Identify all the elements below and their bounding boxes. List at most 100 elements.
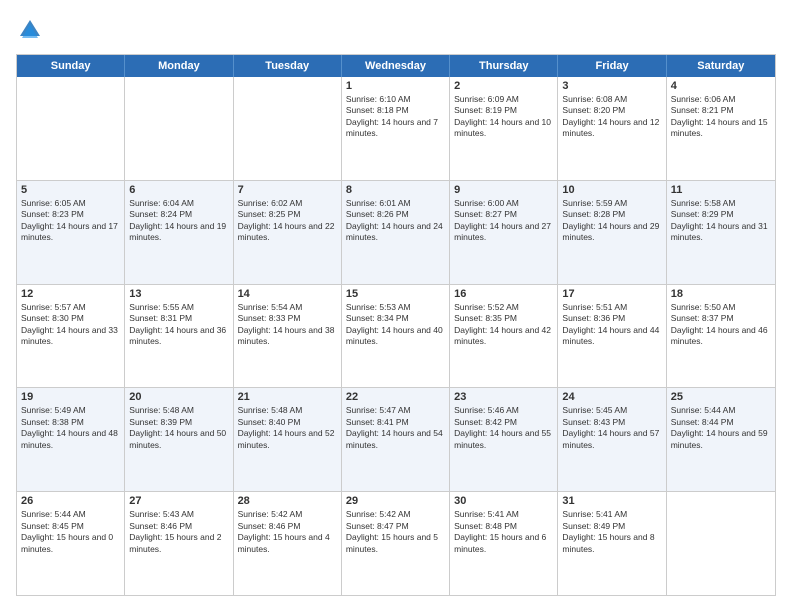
day-details: Sunrise: 5:41 AMSunset: 8:49 PMDaylight:… (562, 509, 661, 555)
day-cell-10: 10 Sunrise: 5:59 AMSunset: 8:28 PMDayligh… (558, 181, 666, 284)
day-cell-20: 20 Sunrise: 5:48 AMSunset: 8:39 PMDayligh… (125, 388, 233, 491)
day-details: Sunrise: 5:51 AMSunset: 8:36 PMDaylight:… (562, 302, 661, 348)
day-number: 10 (562, 184, 661, 196)
day-details: Sunrise: 5:41 AMSunset: 8:48 PMDaylight:… (454, 509, 553, 555)
day-number: 21 (238, 391, 337, 403)
day-number: 8 (346, 184, 445, 196)
empty-cell (234, 77, 342, 180)
day-cell-19: 19Sunrise: 5:49 AMSunset: 8:38 PMDayligh… (17, 388, 125, 491)
day-details: Sunrise: 5:52 AMSunset: 8:35 PMDaylight:… (454, 302, 553, 348)
day-number: 2 (454, 80, 553, 92)
calendar-row-0: 1 Sunrise: 6:10 AMSunset: 8:18 PMDaylight… (17, 77, 775, 180)
day-details: Sunrise: 5:48 AMSunset: 8:39 PMDaylight:… (129, 405, 228, 451)
day-cell-16: 16 Sunrise: 5:52 AMSunset: 8:35 PMDayligh… (450, 285, 558, 388)
day-details: Sunrise: 6:10 AMSunset: 8:18 PMDaylight:… (346, 94, 445, 140)
day-cell-26: 26 Sunrise: 5:44 AMSunset: 8:45 PMDayligh… (17, 492, 125, 595)
day-cell-1: 1 Sunrise: 6:10 AMSunset: 8:18 PMDaylight… (342, 77, 450, 180)
day-details: Sunrise: 5:42 AMSunset: 8:46 PMDaylight:… (238, 509, 337, 555)
empty-cell (17, 77, 125, 180)
logo (16, 16, 46, 44)
day-number: 29 (346, 495, 445, 507)
calendar: SundayMondayTuesdayWednesdayThursdayFrid… (16, 54, 776, 596)
day-number: 15 (346, 288, 445, 300)
day-details: Sunrise: 5:44 AMSunset: 8:45 PMDaylight:… (21, 509, 120, 555)
header (16, 16, 776, 44)
day-number: 26 (21, 495, 120, 507)
day-details: Sunrise: 6:04 AMSunset: 8:24 PMDaylight:… (129, 198, 228, 244)
day-number: 5 (21, 184, 120, 196)
header-day-saturday: Saturday (667, 55, 775, 77)
day-cell-13: 13 Sunrise: 5:55 AMSunset: 8:31 PMDayligh… (125, 285, 233, 388)
header-day-sunday: Sunday (17, 55, 125, 77)
calendar-row-3: 19Sunrise: 5:49 AMSunset: 8:38 PMDayligh… (17, 387, 775, 491)
day-cell-29: 29Sunrise: 5:42 AMSunset: 8:47 PMDayligh… (342, 492, 450, 595)
day-details: Sunrise: 6:08 AMSunset: 8:20 PMDaylight:… (562, 94, 661, 140)
day-details: Sunrise: 6:01 AMSunset: 8:26 PMDaylight:… (346, 198, 445, 244)
day-cell-24: 24 Sunrise: 5:45 AMSunset: 8:43 PMDayligh… (558, 388, 666, 491)
calendar-row-4: 26 Sunrise: 5:44 AMSunset: 8:45 PMDayligh… (17, 491, 775, 595)
day-cell-9: 9Sunrise: 6:00 AMSunset: 8:27 PMDaylight… (450, 181, 558, 284)
day-cell-27: 27 Sunrise: 5:43 AMSunset: 8:46 PMDayligh… (125, 492, 233, 595)
day-cell-21: 21 Sunrise: 5:48 AMSunset: 8:40 PMDayligh… (234, 388, 342, 491)
page: SundayMondayTuesdayWednesdayThursdayFrid… (0, 0, 792, 612)
day-number: 7 (238, 184, 337, 196)
day-cell-18: 18 Sunrise: 5:50 AMSunset: 8:37 PMDayligh… (667, 285, 775, 388)
day-cell-2: 2 Sunrise: 6:09 AMSunset: 8:19 PMDaylight… (450, 77, 558, 180)
day-number: 6 (129, 184, 228, 196)
day-number: 3 (562, 80, 661, 92)
day-details: Sunrise: 6:06 AMSunset: 8:21 PMDaylight:… (671, 94, 771, 140)
day-cell-4: 4 Sunrise: 6:06 AMSunset: 8:21 PMDaylight… (667, 77, 775, 180)
day-number: 25 (671, 391, 771, 403)
day-details: Sunrise: 5:59 AMSunset: 8:28 PMDaylight:… (562, 198, 661, 244)
day-number: 23 (454, 391, 553, 403)
day-details: Sunrise: 5:48 AMSunset: 8:40 PMDaylight:… (238, 405, 337, 451)
day-details: Sunrise: 5:54 AMSunset: 8:33 PMDaylight:… (238, 302, 337, 348)
header-day-thursday: Thursday (450, 55, 558, 77)
header-day-wednesday: Wednesday (342, 55, 450, 77)
day-details: Sunrise: 5:50 AMSunset: 8:37 PMDaylight:… (671, 302, 771, 348)
day-details: Sunrise: 5:43 AMSunset: 8:46 PMDaylight:… (129, 509, 228, 555)
day-details: Sunrise: 5:53 AMSunset: 8:34 PMDaylight:… (346, 302, 445, 348)
day-number: 11 (671, 184, 771, 196)
day-details: Sunrise: 5:55 AMSunset: 8:31 PMDaylight:… (129, 302, 228, 348)
day-number: 24 (562, 391, 661, 403)
calendar-row-2: 12Sunrise: 5:57 AMSunset: 8:30 PMDayligh… (17, 284, 775, 388)
day-details: Sunrise: 5:45 AMSunset: 8:43 PMDaylight:… (562, 405, 661, 451)
day-number: 27 (129, 495, 228, 507)
empty-cell (125, 77, 233, 180)
day-number: 1 (346, 80, 445, 92)
header-day-tuesday: Tuesday (234, 55, 342, 77)
day-number: 14 (238, 288, 337, 300)
day-cell-11: 11 Sunrise: 5:58 AMSunset: 8:29 PMDayligh… (667, 181, 775, 284)
day-details: Sunrise: 5:47 AMSunset: 8:41 PMDaylight:… (346, 405, 445, 451)
day-cell-6: 6 Sunrise: 6:04 AMSunset: 8:24 PMDaylight… (125, 181, 233, 284)
day-details: Sunrise: 5:58 AMSunset: 8:29 PMDaylight:… (671, 198, 771, 244)
day-cell-5: 5Sunrise: 6:05 AMSunset: 8:23 PMDaylight… (17, 181, 125, 284)
day-cell-28: 28Sunrise: 5:42 AMSunset: 8:46 PMDayligh… (234, 492, 342, 595)
day-cell-15: 15 Sunrise: 5:53 AMSunset: 8:34 PMDayligh… (342, 285, 450, 388)
day-number: 22 (346, 391, 445, 403)
header-day-monday: Monday (125, 55, 233, 77)
day-cell-14: 14 Sunrise: 5:54 AMSunset: 8:33 PMDayligh… (234, 285, 342, 388)
day-cell-8: 8 Sunrise: 6:01 AMSunset: 8:26 PMDaylight… (342, 181, 450, 284)
day-number: 4 (671, 80, 771, 92)
day-number: 31 (562, 495, 661, 507)
day-details: Sunrise: 5:57 AMSunset: 8:30 PMDaylight:… (21, 302, 120, 348)
day-details: Sunrise: 6:09 AMSunset: 8:19 PMDaylight:… (454, 94, 553, 140)
day-cell-17: 17 Sunrise: 5:51 AMSunset: 8:36 PMDayligh… (558, 285, 666, 388)
day-number: 18 (671, 288, 771, 300)
day-cell-23: 23Sunrise: 5:46 AMSunset: 8:42 PMDayligh… (450, 388, 558, 491)
logo-icon (16, 16, 44, 44)
day-cell-22: 22 Sunrise: 5:47 AMSunset: 8:41 PMDayligh… (342, 388, 450, 491)
day-number: 20 (129, 391, 228, 403)
day-cell-30: 30 Sunrise: 5:41 AMSunset: 8:48 PMDayligh… (450, 492, 558, 595)
day-cell-3: 3 Sunrise: 6:08 AMSunset: 8:20 PMDaylight… (558, 77, 666, 180)
day-number: 16 (454, 288, 553, 300)
calendar-row-1: 5Sunrise: 6:05 AMSunset: 8:23 PMDaylight… (17, 180, 775, 284)
empty-cell (667, 492, 775, 595)
day-number: 30 (454, 495, 553, 507)
calendar-header: SundayMondayTuesdayWednesdayThursdayFrid… (17, 55, 775, 77)
day-number: 13 (129, 288, 228, 300)
day-details: Sunrise: 5:44 AMSunset: 8:44 PMDaylight:… (671, 405, 771, 451)
day-number: 17 (562, 288, 661, 300)
